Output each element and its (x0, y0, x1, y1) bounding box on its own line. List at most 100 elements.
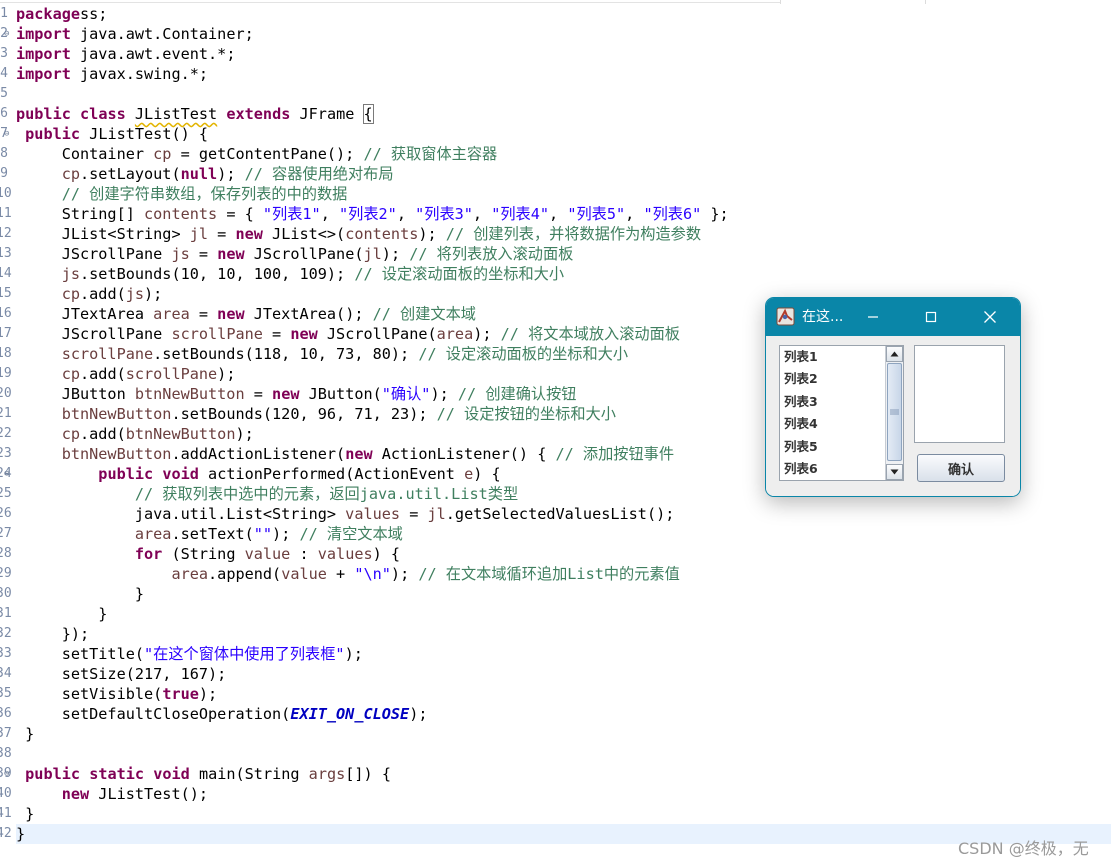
code-token: javax.swing.*; (70, 65, 209, 83)
code-token: jl (189, 225, 209, 243)
code-token: + (326, 565, 355, 583)
code-line[interactable]: String[] contents = { "列表1", "列表2", "列表3… (16, 204, 1111, 224)
code-token: ); (198, 685, 218, 703)
maximize-button[interactable] (902, 298, 960, 336)
code-line[interactable]: setTitle("在这个窗体中使用了列表框"); (16, 644, 1111, 664)
fold-toggle-icon[interactable]: ⊖ (4, 464, 13, 484)
list-item[interactable]: 列表2 (780, 368, 886, 390)
code-line[interactable]: } (16, 824, 1111, 844)
code-line[interactable]: for (String value : values) { (16, 544, 1111, 564)
code-line[interactable]: public JListTest() { (16, 124, 1111, 144)
code-line[interactable]: java.util.List<String> values = jl.getSe… (16, 504, 1111, 524)
code-token: actionPerformed(ActionEvent (198, 465, 465, 483)
confirm-button[interactable]: 确认 (917, 454, 1005, 482)
code-line[interactable]: new JListTest(); (16, 784, 1111, 804)
code-line[interactable]: public static void main(String args[]) { (16, 764, 1111, 784)
code-line[interactable]: setVisible(true); (16, 684, 1111, 704)
scroll-up-button[interactable] (886, 346, 903, 362)
code-line[interactable]: } (16, 604, 1111, 624)
code-token: class (80, 105, 126, 123)
maximize-icon (925, 311, 937, 323)
code-line[interactable]: setSize(217, 167); (16, 664, 1111, 684)
fold-toggle-icon[interactable]: ⊖ (4, 24, 13, 44)
code-line[interactable] (16, 84, 1111, 104)
list-item[interactable]: 列表3 (780, 391, 886, 413)
code-line[interactable]: }); (16, 624, 1111, 644)
minimize-button[interactable] (844, 298, 902, 336)
code-token: new (345, 445, 373, 463)
code-token: }; (701, 205, 729, 223)
code-line[interactable]: JList<String> jl = new JList<>(contents)… (16, 224, 1111, 244)
code-token: ) { (372, 545, 401, 563)
code-token: static (89, 765, 145, 783)
code-token: // 创建列表，并将数据作为构造参数 (445, 225, 702, 243)
code-line[interactable]: import javax.swing.*; (16, 64, 1111, 84)
list-item[interactable]: 列表5 (780, 436, 886, 458)
list-scroll-pane[interactable]: 列表1 列表2 列表3 列表4 列表5 列表6 (779, 345, 904, 481)
list-item[interactable]: 列表4 (780, 413, 886, 435)
close-button[interactable] (961, 298, 1019, 336)
code-token: public (25, 765, 81, 783)
vertical-scrollbar[interactable] (885, 346, 903, 480)
editor-top-border (0, 2, 780, 3)
code-line[interactable]: packagess; (16, 4, 1111, 24)
code-line[interactable]: js.setBounds(10, 10, 100, 109); // 设定滚动面… (16, 264, 1111, 284)
scroll-down-button[interactable] (886, 464, 903, 480)
code-line[interactable]: } (16, 584, 1111, 604)
code-token: import (16, 25, 71, 43)
code-line[interactable]: area.append(value + "\n"); // 在文本域循环追加Li… (16, 564, 1111, 584)
fold-toggle-icon[interactable]: ⊖ (4, 764, 13, 784)
code-line[interactable]: JScrollPane js = new JScrollPane(jl); //… (16, 244, 1111, 264)
fold-toggle-icon[interactable]: ⊖ (4, 124, 13, 144)
java-app-icon[interactable] (776, 307, 795, 326)
code-token: , (320, 205, 339, 223)
code-line[interactable]: import java.awt.event.*; (16, 44, 1111, 64)
line-number: 15 (0, 286, 12, 301)
code-token: Container (16, 145, 154, 163)
code-token: area (153, 305, 190, 323)
code-token: void (153, 765, 190, 783)
code-line[interactable]: setDefaultCloseOperation(EXIT_ON_CLOSE); (16, 704, 1111, 724)
code-line[interactable]: } (16, 804, 1111, 824)
code-token: = (244, 385, 273, 403)
code-token: btnNewButton (61, 445, 172, 463)
code-line[interactable]: } (16, 724, 1111, 744)
code-token: setVisible( (16, 685, 163, 703)
code-line[interactable] (16, 744, 1111, 764)
code-token: scrollPane (61, 345, 154, 363)
string-list[interactable]: 列表1 列表2 列表3 列表4 列表5 列表6 (780, 346, 886, 480)
scroll-thumb[interactable] (887, 363, 902, 461)
code-line[interactable]: public class JListTest extends JFrame { (16, 104, 1111, 124)
code-line[interactable]: area.setText(""); // 清空文本域 (16, 524, 1111, 544)
code-token: .setBounds(118, 10, 73, 80); (153, 345, 419, 363)
code-token: = (208, 225, 236, 243)
code-token: public (25, 125, 81, 143)
code-token: setSize(217, 167); (16, 665, 227, 683)
text-area[interactable] (914, 345, 1005, 443)
code-token: = (262, 325, 291, 343)
list-item[interactable]: 列表1 (780, 346, 886, 368)
line-number: 41 (0, 806, 12, 821)
code-line[interactable]: // 创建字符串数组，保存列表的中的数据 (16, 184, 1111, 204)
code-token: : (290, 545, 318, 563)
line-number: 29 (0, 566, 12, 581)
window-content-pane: 列表1 列表2 列表3 列表4 列表5 列表6 确认 (766, 336, 1020, 496)
code-token: extends (226, 105, 291, 123)
jlist-test-window[interactable]: 在这... 列表1 列表2 列表3 列表4 列表5 列表6 确认 (765, 297, 1021, 497)
code-line[interactable]: cp.setLayout(null); // 容器使用绝对布局 (16, 164, 1111, 184)
code-token: } (16, 585, 145, 603)
list-item[interactable]: 列表6 (780, 458, 886, 480)
code-token: = (189, 305, 218, 323)
code-token: ActionListener() { (372, 445, 556, 463)
code-token: setDefaultCloseOperation( (16, 705, 291, 723)
code-line[interactable]: Container cp = getContentPane(); // 获取窗体… (16, 144, 1111, 164)
code-line[interactable]: import java.awt.Container; (16, 24, 1111, 44)
window-title-bar[interactable]: 在这... (766, 298, 1020, 336)
code-token: new (290, 325, 318, 343)
